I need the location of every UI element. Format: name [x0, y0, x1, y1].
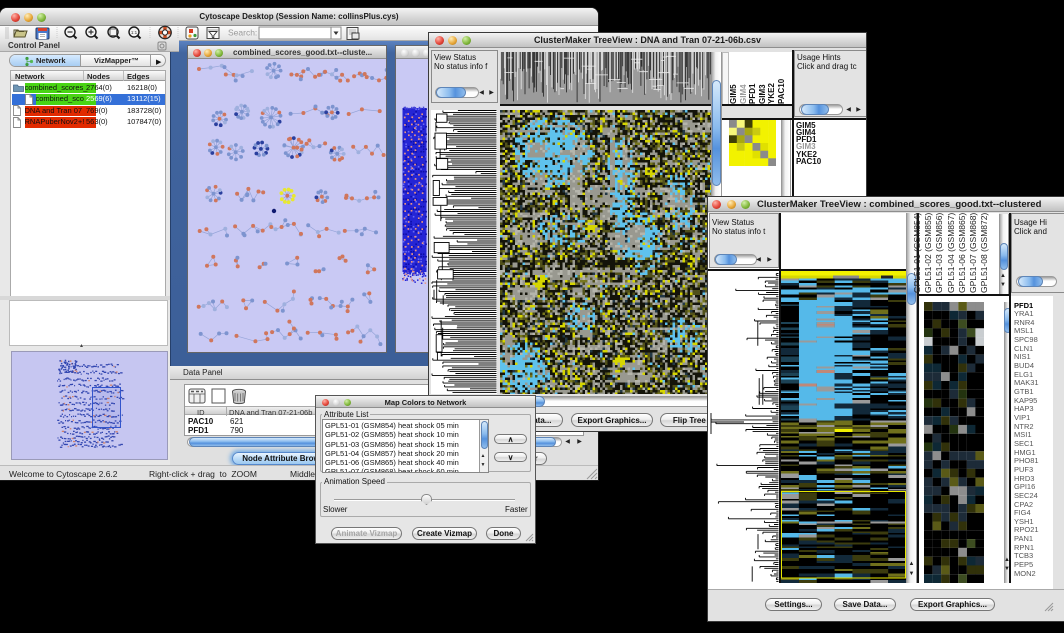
svg-text:1:1: 1:1 — [131, 30, 138, 35]
svg-text:Search:: Search: — [228, 28, 257, 38]
